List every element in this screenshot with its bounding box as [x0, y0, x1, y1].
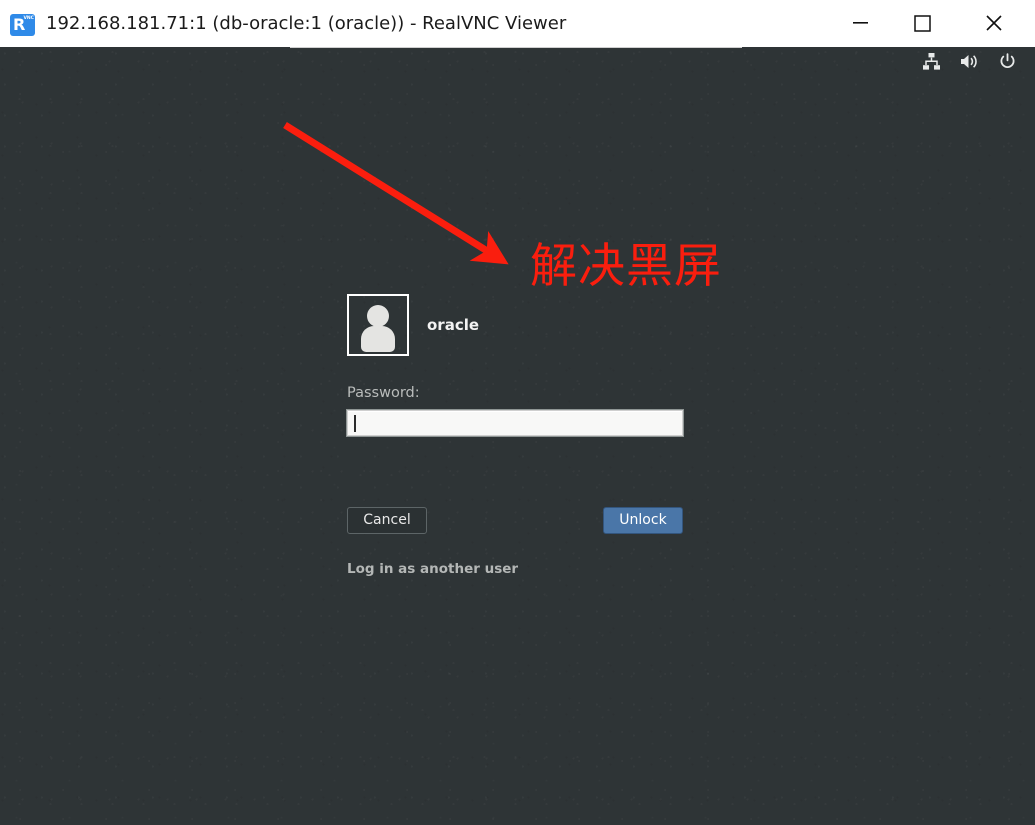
system-tray [922, 52, 1017, 75]
unlock-button[interactable]: Unlock [603, 507, 683, 534]
minimize-button[interactable] [837, 0, 883, 46]
title-bar: R VNC 192.168.181.71:1 (db-oracle:1 (ora… [0, 0, 1035, 47]
annotation-arrow [283, 122, 509, 265]
cancel-button[interactable]: Cancel [347, 507, 427, 534]
password-label: Password: [347, 385, 420, 401]
log-in-as-another-user-link[interactable]: Log in as another user [347, 561, 518, 577]
text-caret [354, 415, 356, 432]
maximize-button[interactable] [899, 0, 945, 46]
vnc-remote-desktop[interactable]: 解决黑屏 oracle Password: Cancel Unlock Log … [0, 47, 1035, 825]
minimize-icon [853, 22, 868, 24]
close-icon [986, 15, 1002, 31]
window-title: 192.168.181.71:1 (db-oracle:1 (oracle)) … [46, 13, 567, 34]
network-icon[interactable] [922, 52, 941, 75]
user-avatar [347, 294, 409, 356]
password-input-wrapper[interactable] [347, 410, 683, 436]
vnc-floating-toolbar[interactable] [290, 47, 742, 48]
unlock-dialog: oracle Password: Cancel Unlock Log in as… [347, 291, 687, 577]
power-icon[interactable] [998, 52, 1017, 75]
realvnc-app-icon: R VNC [10, 14, 36, 36]
app-icon-vnc-label: VNC [23, 16, 34, 21]
password-input[interactable] [357, 411, 677, 435]
realvnc-viewer-window: R VNC 192.168.181.71:1 (db-oracle:1 (ora… [0, 0, 1035, 825]
annotation-text: 解决黑屏 [530, 239, 722, 294]
user-name-label: oracle [427, 316, 480, 334]
maximize-icon [914, 15, 931, 32]
volume-icon[interactable] [959, 52, 980, 75]
close-button[interactable] [971, 0, 1017, 46]
dialog-button-row: Cancel Unlock [347, 507, 687, 535]
avatar-head-shape [367, 305, 389, 327]
user-row: oracle [347, 291, 687, 359]
avatar-body-shape [361, 326, 395, 352]
